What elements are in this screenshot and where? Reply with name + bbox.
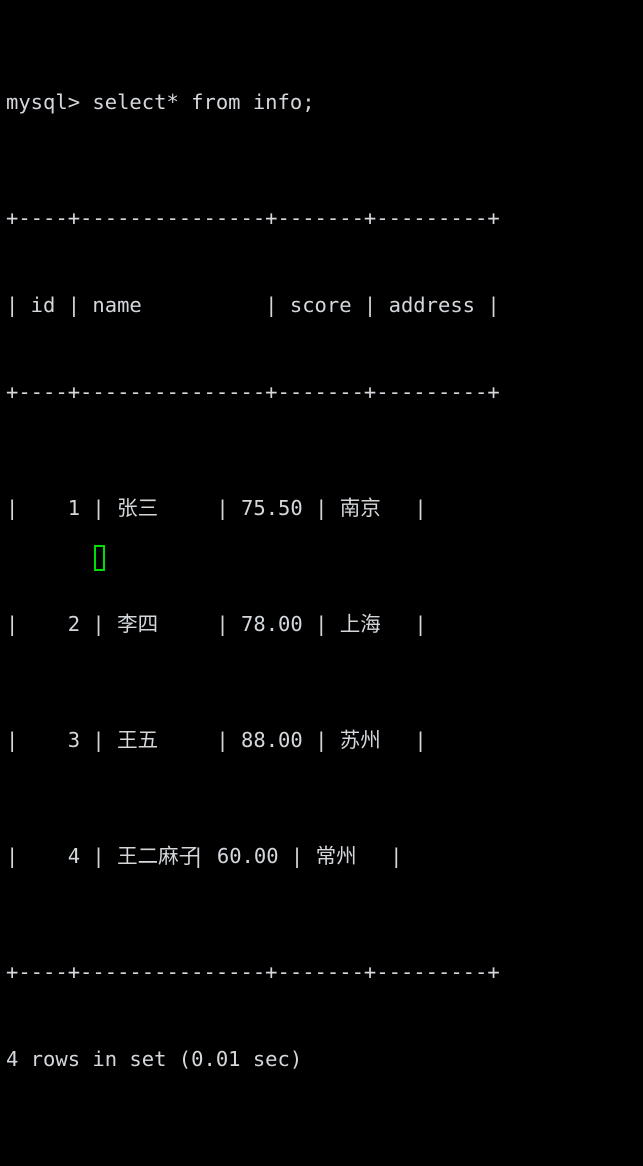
row-address-cell: 常州 [315,844,357,868]
row-end-border: | [364,728,427,752]
row-id-cell: | 4 | [6,844,118,868]
terminal-window[interactable]: mysql> select* from info; +----+--------… [0,0,643,1071]
table-separator-bottom: +----+---------------+-------+---------+ [6,960,500,984]
result-rows-in-set: 4 rows in set (0.01 sec) [6,1047,303,1071]
table-row: | 2 | 李四 | 78.00 | 上海 | [6,610,643,639]
row-score-cell: | 78.00 | [142,612,340,636]
row-id-cell: | 1 | [6,496,118,520]
row-score-cell: | 75.50 | [142,496,340,520]
row-address-cell: 苏州 [339,728,381,752]
table-separator-header: +----+---------------+-------+---------+ [6,380,500,404]
row-score-cell: | 88.00 | [142,728,340,752]
row-name-cell: 张三 [117,496,159,520]
table-row: | 3 | 王五 | 88.00 | 苏州 | [6,726,643,755]
row-score-cell: | 60.00 | [167,844,316,868]
row-end-border: | [364,612,427,636]
row-address-cell: 南京 [339,496,381,520]
table-header-row: | id | name | score | address | [6,293,500,317]
row-name-cell: 王二麻子 [117,844,200,868]
row-end-border: | [340,844,403,868]
row-name-cell: 王五 [117,728,159,752]
text-cursor [94,545,105,571]
table-separator-top: +----+---------------+-------+---------+ [6,206,500,230]
row-id-cell: | 2 | [6,612,118,636]
command-line-select-1: mysql> select* from info; [6,90,315,114]
row-end-border: | [364,496,427,520]
table-row: | 4 | 王二麻子 | 60.00 | 常州 | [6,842,643,871]
row-name-cell: 李四 [117,612,159,636]
row-address-cell: 上海 [339,612,381,636]
table-row: | 1 | 张三 | 75.50 | 南京 | [6,494,643,523]
row-id-cell: | 3 | [6,728,118,752]
